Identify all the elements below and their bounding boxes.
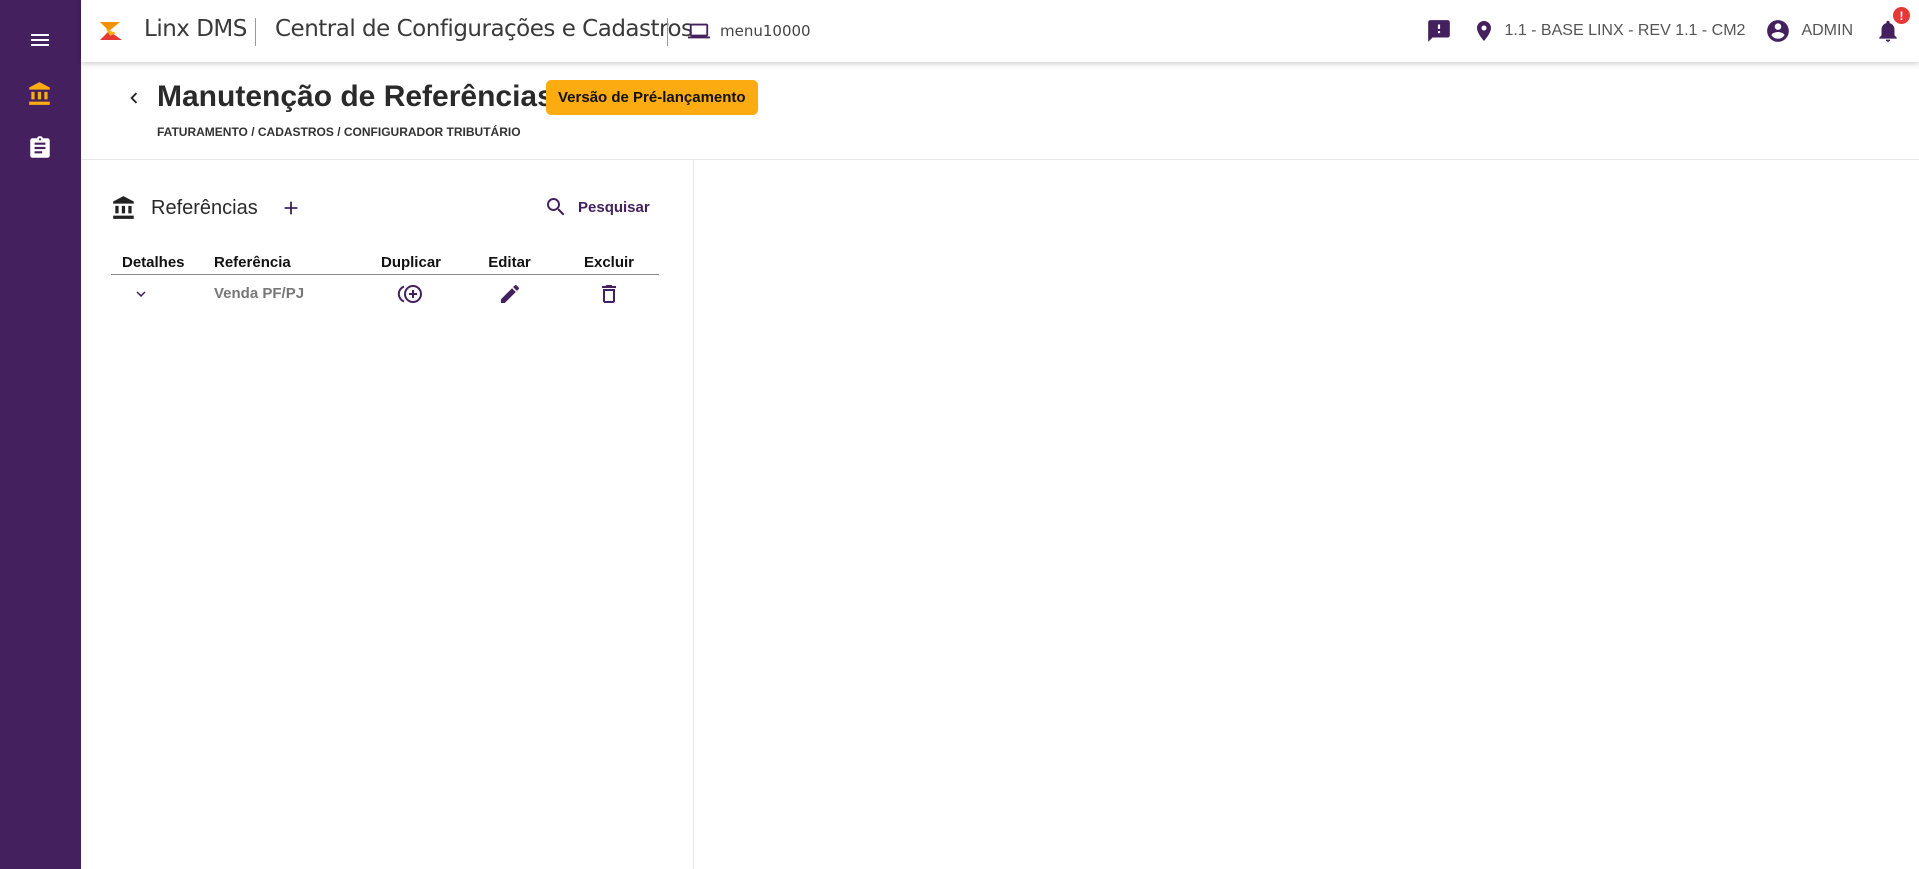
location-pin-icon — [1477, 21, 1492, 41]
clipboard-icon — [30, 136, 50, 158]
column-header-duplicar: Duplicar — [362, 252, 460, 275]
panel-title: Referências — [111, 195, 258, 221]
referencias-table: Detalhes Referência Duplicar Editar Excl… — [111, 252, 659, 314]
back-button[interactable] — [122, 86, 146, 110]
sidebar-item-referencias[interactable] — [24, 78, 56, 110]
app-title: Central de Configurações e Cadastros — [275, 16, 693, 42]
duplicate-cell — [362, 274, 460, 314]
details-cell — [111, 274, 212, 314]
divider — [667, 18, 668, 46]
duplicate-icon — [397, 285, 422, 304]
delete-cell — [559, 274, 659, 314]
table-row: Venda PF/PJ — [111, 274, 659, 314]
referencia-value: Venda PF/PJ — [214, 285, 305, 303]
chevron-left-icon — [130, 92, 138, 104]
user-button[interactable] — [1765, 18, 1791, 44]
column-header-referencia: Referência — [212, 252, 362, 275]
edit-cell — [460, 274, 559, 314]
menu-icon — [31, 34, 49, 46]
laptop-icon — [688, 23, 710, 39]
search-icon — [547, 198, 565, 216]
top-right-actions: 1.1 - BASE LINX - REV 1.1 - CM2 ADMIN ! — [1426, 0, 1919, 62]
sidebar-item-clipboard[interactable] — [24, 132, 56, 164]
bank-icon — [113, 196, 134, 219]
panel-title-label: Referências — [151, 196, 258, 219]
bank-icon — [29, 82, 50, 105]
feedback-button[interactable] — [1426, 18, 1452, 44]
duplicate-button[interactable] — [397, 282, 425, 306]
referencia-cell: Venda PF/PJ — [212, 274, 362, 314]
notifications-button[interactable]: ! — [1875, 7, 1910, 44]
referencias-panel: Referências Pesquisar Detalhes Referênci… — [81, 160, 694, 869]
account-circle-icon — [1767, 20, 1790, 42]
top-bar: Linx DMS Central de Configurações e Cada… — [81, 0, 1919, 62]
location-button[interactable] — [1472, 18, 1496, 44]
page-title: Manutenção de Referências — [157, 80, 554, 113]
page-header: Manutenção de Referências Versão de Pré-… — [81, 62, 1919, 160]
sidebar — [0, 0, 81, 869]
location-label[interactable]: 1.1 - BASE LINX - REV 1.1 - CM2 — [1504, 22, 1745, 40]
divider — [255, 18, 256, 46]
feedback-icon — [1428, 20, 1451, 42]
pencil-icon — [500, 285, 519, 304]
brand-name: Linx DMS — [144, 16, 247, 42]
expand-button[interactable] — [132, 285, 150, 303]
column-header-editar: Editar — [460, 252, 559, 275]
plus-icon — [284, 201, 298, 215]
menu-button[interactable] — [24, 24, 56, 56]
trash-icon — [602, 285, 616, 304]
details-area — [695, 160, 1919, 869]
breadcrumb: FATURAMENTO / CADASTROS / CONFIGURADOR T… — [157, 125, 521, 139]
column-header-excluir: Excluir — [559, 252, 659, 275]
prerelease-badge: Versão de Pré-lançamento — [546, 80, 758, 115]
search-label: Pesquisar — [578, 198, 650, 216]
user-name[interactable]: ADMIN — [1801, 22, 1853, 40]
delete-button[interactable] — [597, 282, 621, 306]
menu-code-label: menu10000 — [720, 22, 811, 40]
notification-badge: ! — [1893, 7, 1910, 24]
chevron-down-icon — [136, 291, 146, 298]
menu-code: menu10000 — [686, 20, 811, 42]
edit-button[interactable] — [498, 282, 522, 306]
add-referencia-button[interactable] — [279, 196, 303, 220]
column-header-detalhes: Detalhes — [111, 252, 212, 275]
table-header-row: Detalhes Referência Duplicar Editar Excl… — [111, 252, 659, 275]
search-button[interactable]: Pesquisar — [544, 195, 650, 219]
linx-logo-icon — [100, 22, 122, 40]
